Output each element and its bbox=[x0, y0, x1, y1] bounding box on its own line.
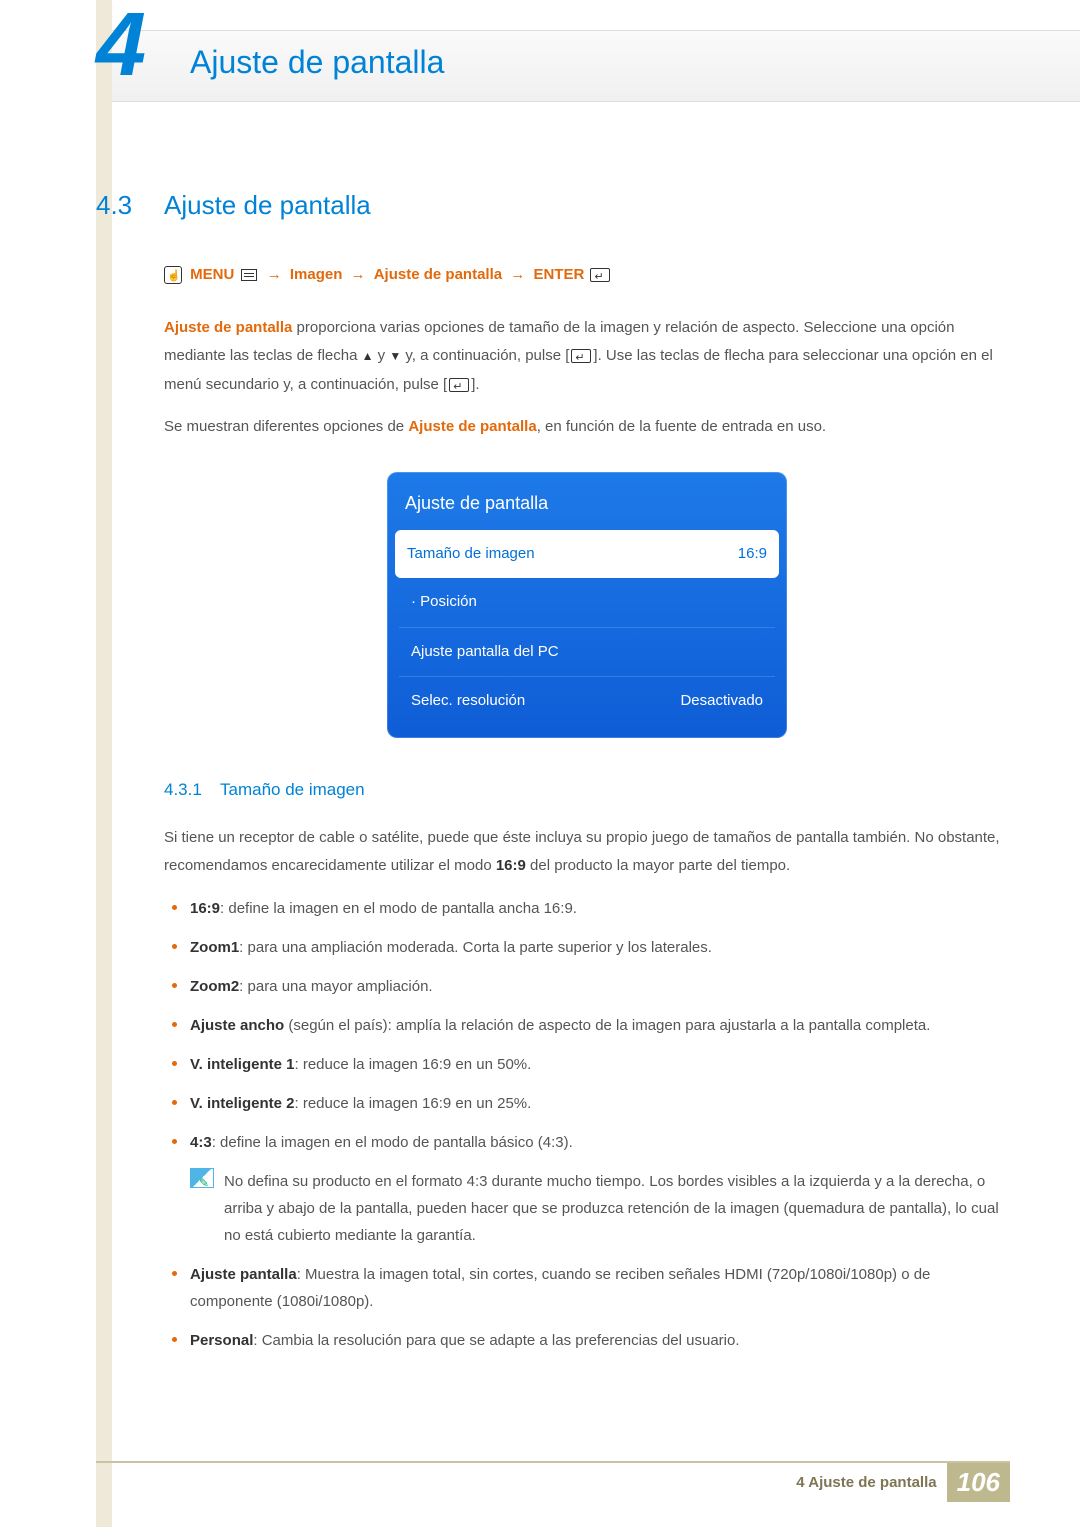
section-title: Ajuste de pantalla bbox=[164, 190, 371, 221]
nav-arrow-2: → bbox=[351, 266, 366, 283]
hand-icon bbox=[164, 266, 182, 284]
note-icon bbox=[190, 1168, 214, 1188]
menu-path: MENU → Imagen → Ajuste de pantalla → ENT… bbox=[164, 261, 1010, 290]
section-heading: 4.3 Ajuste de pantalla bbox=[96, 190, 1010, 221]
list-item: Ajuste ancho (según el país): amplía la … bbox=[164, 1012, 1010, 1039]
menu-icon bbox=[241, 269, 257, 281]
osd-label: Tamaño de imagen bbox=[407, 540, 535, 569]
subsection-title: Tamaño de imagen bbox=[220, 774, 365, 806]
list-item: Personal: Cambia la resolución para que … bbox=[164, 1327, 1010, 1354]
nav-imagen: Imagen bbox=[290, 266, 343, 283]
osd-row-tamano[interactable]: Tamaño de imagen 16:9 bbox=[395, 530, 779, 579]
page-footer: 4 Ajuste de pantalla 106 bbox=[96, 1461, 1010, 1502]
list-item: 4:3: define la imagen en el modo de pant… bbox=[164, 1129, 1010, 1156]
osd-value: Desactivado bbox=[680, 687, 763, 716]
osd-label: Ajuste pantalla del PC bbox=[411, 638, 559, 667]
list-item: V. inteligente 1: reduce la imagen 16:9 … bbox=[164, 1051, 1010, 1078]
footer-page-number: 106 bbox=[947, 1463, 1010, 1502]
osd-value: 16:9 bbox=[738, 540, 767, 569]
list-item: Ajuste pantalla: Muestra la imagen total… bbox=[164, 1261, 1010, 1315]
osd-row-posicion[interactable]: · Posición bbox=[399, 578, 775, 628]
list-item: Zoom1: para una ampliación moderada. Cor… bbox=[164, 934, 1010, 961]
intro-para-1: Ajuste de pantalla proporciona varias op… bbox=[164, 314, 1010, 400]
enter-icon-inline-2 bbox=[449, 378, 469, 392]
nav-menu: MENU bbox=[190, 266, 234, 283]
note-text: No defina su producto en el formato 4:3 … bbox=[224, 1168, 1010, 1249]
intro-para-2: Se muestran diferentes opciones de Ajust… bbox=[164, 413, 1010, 442]
nav-arrow-3: → bbox=[510, 266, 525, 283]
bullet-list-2: Ajuste pantalla: Muestra la imagen total… bbox=[164, 1261, 1010, 1354]
bullet-list-1: 16:9: define la imagen en el modo de pan… bbox=[164, 895, 1010, 1156]
arrow-down-icon: ▼ bbox=[389, 349, 401, 363]
osd-panel: Ajuste de pantalla Tamaño de imagen 16:9… bbox=[387, 472, 787, 738]
nav-arrow-1: → bbox=[267, 266, 282, 283]
enter-icon bbox=[590, 268, 610, 282]
osd-label: Selec. resolución bbox=[411, 687, 525, 716]
osd-label: · Posición bbox=[411, 588, 477, 617]
note-box: No defina su producto en el formato 4:3 … bbox=[164, 1168, 1010, 1249]
chapter-number: 4 bbox=[96, 0, 146, 97]
subsection-number: 4.3.1 bbox=[164, 774, 220, 806]
nav-ajuste: Ajuste de pantalla bbox=[374, 266, 502, 283]
footer-text: 4 Ajuste de pantalla bbox=[796, 1474, 936, 1491]
subsection-heading: 4.3.1 Tamaño de imagen bbox=[164, 774, 1010, 806]
section-number: 4.3 bbox=[96, 190, 164, 221]
list-item: 16:9: define la imagen en el modo de pan… bbox=[164, 895, 1010, 922]
enter-icon-inline-1 bbox=[571, 349, 591, 363]
intro-lead: Ajuste de pantalla bbox=[164, 319, 292, 336]
nav-enter: ENTER bbox=[533, 266, 584, 283]
osd-title: Ajuste de pantalla bbox=[395, 480, 779, 530]
chapter-title: Ajuste de pantalla bbox=[190, 44, 444, 81]
list-item: V. inteligente 2: reduce la imagen 16:9 … bbox=[164, 1090, 1010, 1117]
osd-row-resolucion[interactable]: Selec. resolución Desactivado bbox=[399, 677, 775, 726]
arrow-up-icon: ▲ bbox=[362, 349, 374, 363]
osd-row-ajuste-pc[interactable]: Ajuste pantalla del PC bbox=[399, 628, 775, 678]
list-item: Zoom2: para una mayor ampliación. bbox=[164, 973, 1010, 1000]
subsection-intro: Si tiene un receptor de cable o satélite… bbox=[164, 824, 1010, 881]
